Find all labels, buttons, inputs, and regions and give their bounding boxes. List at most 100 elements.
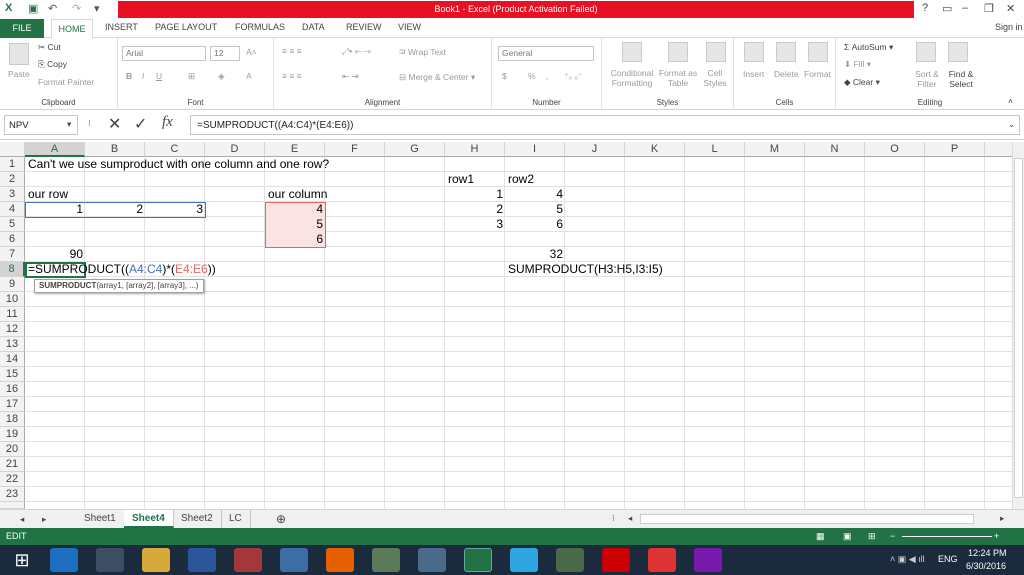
sheet-tab-active[interactable]: Sheet4 bbox=[124, 510, 174, 528]
indent-icon[interactable]: ⇤ ⇥ bbox=[342, 71, 359, 82]
align-top-icon[interactable]: ≡ ≡ ≡ bbox=[282, 46, 302, 56]
cell-a8-editing[interactable]: =SUMPRODUCT((A4:C4)*(E4:E6)) bbox=[28, 262, 216, 277]
cell-h5[interactable]: 3 bbox=[445, 217, 503, 232]
tab-page-layout[interactable]: PAGE LAYOUT bbox=[155, 22, 217, 32]
sort-filter-button[interactable]: Sort & Filter bbox=[910, 69, 944, 89]
row-header[interactable]: 22 bbox=[0, 472, 25, 487]
font-size-box[interactable]: 12 bbox=[210, 46, 240, 61]
photos-icon[interactable] bbox=[418, 548, 446, 572]
row-header[interactable]: 5 bbox=[0, 217, 25, 232]
tab-home[interactable]: HOME bbox=[51, 19, 93, 39]
help-button[interactable]: ? bbox=[922, 2, 928, 14]
sheet-tab[interactable]: LC bbox=[221, 510, 251, 528]
find-select-button[interactable]: Find & Select bbox=[944, 69, 978, 89]
column-header[interactable]: K bbox=[625, 142, 685, 157]
row-header-partial[interactable] bbox=[0, 502, 25, 509]
decimal-icon[interactable]: ⁺₀ ₀⁻ bbox=[564, 71, 582, 82]
row-header[interactable]: 23 bbox=[0, 487, 25, 502]
row-header[interactable]: 21 bbox=[0, 457, 25, 472]
scroll-left-icon[interactable]: ◂ bbox=[628, 513, 632, 524]
cut-button[interactable]: ✂ Cut bbox=[38, 42, 61, 53]
ribbon-display-icon[interactable]: ▭ bbox=[942, 2, 952, 15]
cell-i4[interactable]: 5 bbox=[505, 202, 563, 217]
merge-center-button[interactable]: ⊟ Merge & Center ▾ bbox=[399, 72, 475, 83]
enter-icon[interactable]: ✓ bbox=[134, 114, 147, 134]
control-panel-icon[interactable] bbox=[556, 548, 584, 572]
cell-a1[interactable]: Can't we use sumproduct with one column … bbox=[28, 157, 329, 172]
telegram-icon[interactable] bbox=[510, 548, 538, 572]
row-header[interactable]: 13 bbox=[0, 337, 25, 352]
delete-cells-icon[interactable] bbox=[776, 42, 796, 62]
percent-button[interactable]: % bbox=[528, 71, 536, 81]
find-select-icon[interactable] bbox=[948, 42, 968, 62]
formula-input[interactable]: =SUMPRODUCT((A4:C4)*(E4:E6)) bbox=[190, 115, 1020, 135]
customize-qat-icon[interactable]: ▾ bbox=[94, 2, 100, 15]
restore-button[interactable]: ❐ bbox=[984, 2, 994, 15]
scroll-right-icon[interactable]: ▸ bbox=[1000, 513, 1004, 524]
format-button[interactable]: Format bbox=[804, 69, 831, 79]
format-painter-button[interactable]: Format Painter bbox=[38, 77, 94, 87]
cell-styles-icon[interactable] bbox=[706, 42, 726, 62]
fill-button[interactable]: ⬇ Fill ▾ bbox=[844, 59, 871, 70]
row-header[interactable]: 12 bbox=[0, 322, 25, 337]
minimize-button[interactable]: ‒ bbox=[962, 2, 968, 14]
column-header[interactable]: B bbox=[85, 142, 145, 157]
start-button[interactable]: ⊞ bbox=[8, 548, 36, 572]
cell-i2[interactable]: row2 bbox=[508, 172, 534, 187]
row-header[interactable]: 3 bbox=[0, 187, 25, 202]
clock-date[interactable]: 6/30/2016 bbox=[966, 561, 1006, 571]
row-header[interactable]: 10 bbox=[0, 292, 25, 307]
row-header[interactable]: 7 bbox=[0, 247, 25, 262]
format-cells-icon[interactable] bbox=[808, 42, 828, 62]
format-table-icon[interactable] bbox=[668, 42, 688, 62]
font-name-box[interactable]: Arial bbox=[122, 46, 206, 61]
save-icon[interactable]: ▣ bbox=[28, 2, 38, 15]
row-header[interactable]: 17 bbox=[0, 397, 25, 412]
vertical-scroll-thumb[interactable] bbox=[1014, 158, 1023, 498]
prev-sheet-icon[interactable]: ◂ bbox=[20, 514, 24, 525]
cell-i5[interactable]: 6 bbox=[505, 217, 563, 232]
row-header[interactable]: 15 bbox=[0, 367, 25, 382]
column-header[interactable]: N bbox=[805, 142, 865, 157]
page-layout-view-icon[interactable]: ▣ bbox=[843, 528, 852, 545]
number-format-box[interactable]: General bbox=[498, 46, 594, 61]
cell-a4[interactable]: 1 bbox=[25, 202, 83, 217]
column-header[interactable]: G bbox=[385, 142, 445, 157]
tab-review[interactable]: REVIEW bbox=[346, 22, 382, 32]
redo-icon[interactable]: ↷ bbox=[72, 2, 81, 15]
column-header[interactable]: C bbox=[145, 142, 205, 157]
tab-data[interactable]: DATA bbox=[302, 22, 325, 32]
next-sheet-icon[interactable]: ▸ bbox=[42, 514, 46, 525]
access-icon[interactable] bbox=[234, 548, 262, 572]
row-header[interactable]: 18 bbox=[0, 412, 25, 427]
zoom-out-icon[interactable]: − bbox=[890, 528, 895, 545]
pdf-icon[interactable] bbox=[648, 548, 676, 572]
copy-button[interactable]: ⎘ Copy bbox=[38, 59, 67, 70]
row-header[interactable]: 19 bbox=[0, 427, 25, 442]
cell-h3[interactable]: 1 bbox=[445, 187, 503, 202]
conditional-formatting-icon[interactable] bbox=[622, 42, 642, 62]
row-header[interactable]: 8 bbox=[0, 262, 25, 277]
select-all-corner[interactable] bbox=[0, 142, 25, 157]
cell-a7[interactable]: 90 bbox=[25, 247, 83, 262]
sheet-tab[interactable]: Sheet1 bbox=[76, 510, 125, 528]
new-sheet-icon[interactable]: ⊕ bbox=[276, 512, 286, 526]
word-icon[interactable] bbox=[188, 548, 216, 572]
firefox-icon[interactable] bbox=[326, 548, 354, 572]
paint-icon[interactable] bbox=[372, 548, 400, 572]
column-header[interactable]: D bbox=[205, 142, 265, 157]
cell-e5[interactable]: 5 bbox=[265, 217, 323, 232]
function-tooltip[interactable]: SUMPRODUCT(array1, [array2], [array3], .… bbox=[34, 279, 204, 293]
currency-button[interactable]: $ bbox=[502, 71, 507, 81]
close-button[interactable]: ✕ bbox=[1006, 2, 1015, 15]
cell-e6[interactable]: 6 bbox=[265, 232, 323, 247]
vertical-scrollbar[interactable] bbox=[1012, 142, 1024, 509]
orientation-icon[interactable]: ⤢▾ ⇤ ⇥ bbox=[342, 46, 371, 57]
row-header[interactable]: 4 bbox=[0, 202, 25, 217]
zoom-slider[interactable] bbox=[902, 536, 992, 537]
paste-button[interactable]: Paste bbox=[8, 69, 30, 79]
column-header[interactable]: H bbox=[445, 142, 505, 157]
delete-button[interactable]: Delete bbox=[774, 69, 799, 79]
zoom-in-icon[interactable]: + bbox=[994, 528, 999, 545]
underline-button[interactable]: U bbox=[156, 71, 162, 81]
